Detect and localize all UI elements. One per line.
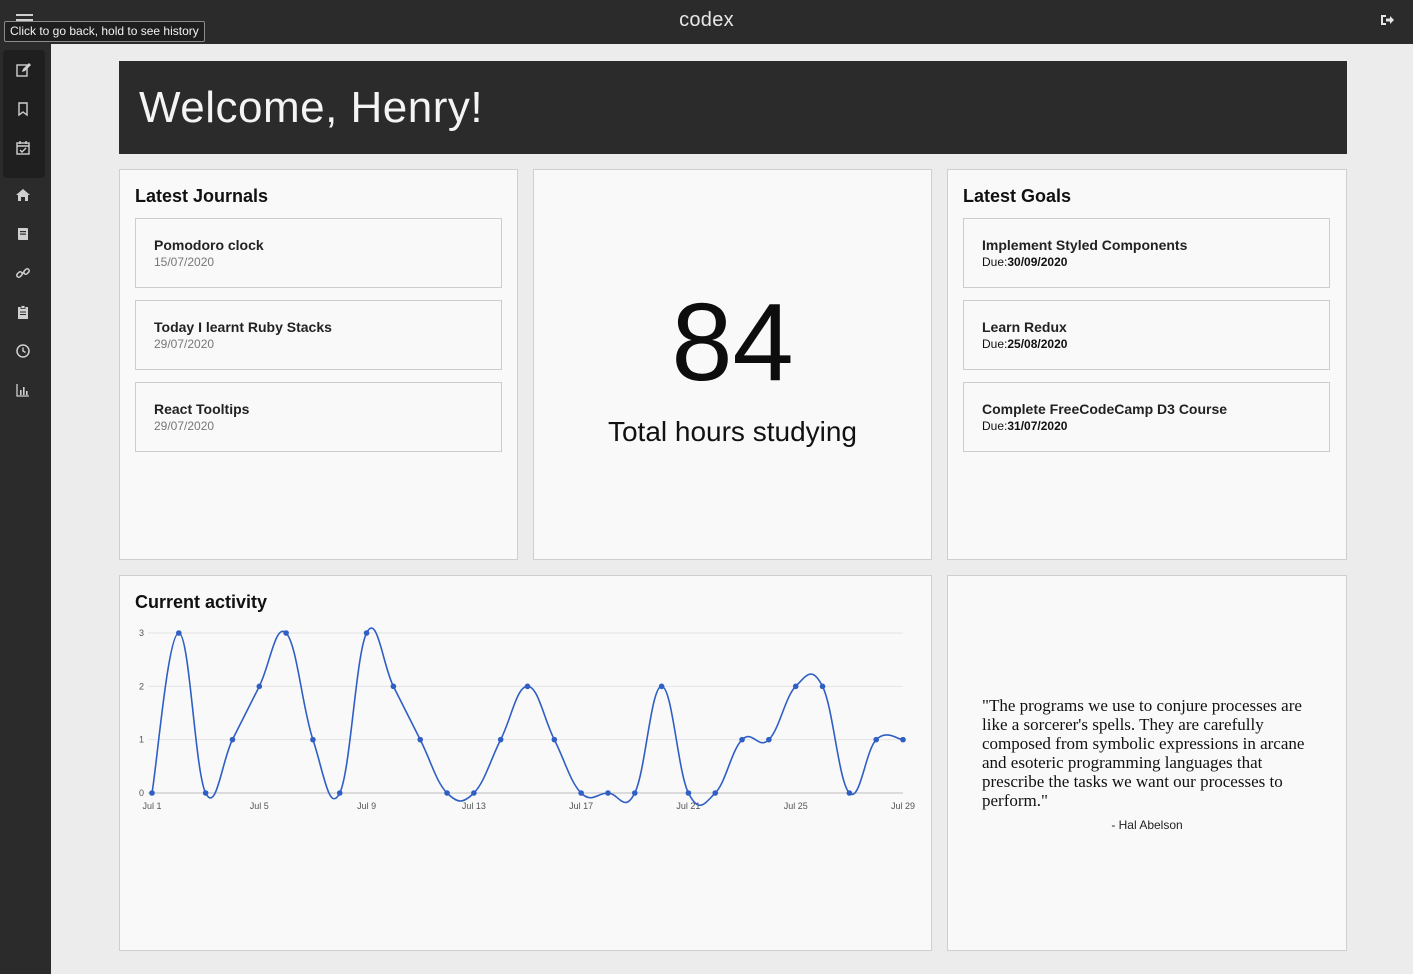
data-point[interactable] <box>417 736 424 743</box>
top-bar: codex <box>0 0 1413 44</box>
y-tick-label: 3 <box>139 628 144 638</box>
sidebar <box>0 44 51 974</box>
data-point[interactable] <box>846 790 853 796</box>
due-date: 31/07/2020 <box>1007 419 1068 433</box>
x-tick-label: Jul 13 <box>462 801 486 811</box>
data-point[interactable] <box>202 790 209 796</box>
data-point[interactable] <box>471 790 477 796</box>
journals-card: Latest Journals Pomodoro clock 15/07/202… <box>119 169 518 560</box>
x-tick-label: Jul 29 <box>891 801 915 811</box>
welcome-banner: Welcome, Henry! <box>119 61 1347 154</box>
link-icon[interactable] <box>15 265 31 281</box>
data-point[interactable] <box>310 736 316 743</box>
calendar-check-icon[interactable] <box>15 140 31 156</box>
x-tick-label: Jul 17 <box>569 801 593 811</box>
quote-author: - Hal Abelson <box>1111 818 1183 832</box>
logout-icon[interactable] <box>1379 12 1395 28</box>
data-point[interactable] <box>256 683 263 690</box>
data-point[interactable] <box>524 683 531 690</box>
journal-date: 29/07/2020 <box>154 337 215 351</box>
book-icon[interactable] <box>15 226 31 242</box>
journal-title: Pomodoro clock <box>154 237 264 253</box>
journal-date: 29/07/2020 <box>154 419 215 433</box>
journal-date: 15/07/2020 <box>154 255 215 269</box>
journal-title: Today I learnt Ruby Stacks <box>154 319 332 335</box>
goals-title: Latest Goals <box>963 186 1072 206</box>
goal-title: Implement Styled Components <box>982 237 1188 253</box>
journal-item[interactable]: Today I learnt Ruby Stacks 29/07/2020 <box>135 300 502 370</box>
goal-item[interactable]: Complete FreeCodeCamp D3 Course Due:31/0… <box>963 382 1330 452</box>
total-hours-value: 84 <box>671 281 794 404</box>
goal-due: Due:31/07/2020 <box>982 419 1067 433</box>
goal-item[interactable]: Implement Styled Components Due:30/09/20… <box>963 218 1330 288</box>
data-point[interactable] <box>444 790 450 796</box>
app-brand[interactable]: codex <box>0 9 1413 32</box>
data-point[interactable] <box>658 683 665 690</box>
data-point[interactable] <box>229 736 236 743</box>
goal-title: Learn Redux <box>982 319 1067 335</box>
clipboard-icon[interactable] <box>15 304 31 320</box>
due-prefix: Due: <box>982 337 1008 351</box>
goal-title: Complete FreeCodeCamp D3 Course <box>982 401 1228 417</box>
data-point[interactable] <box>336 790 343 796</box>
data-point[interactable] <box>149 790 155 796</box>
data-point[interactable] <box>390 683 397 690</box>
data-point[interactable] <box>283 630 289 636</box>
data-point[interactable] <box>363 630 370 636</box>
total-hours-label: Total hours studying <box>607 416 858 447</box>
data-point[interactable] <box>497 736 504 743</box>
data-point[interactable] <box>766 736 772 743</box>
data-point[interactable] <box>819 683 826 690</box>
due-prefix: Due: <box>982 419 1008 433</box>
data-point[interactable] <box>605 790 611 796</box>
due-date: 25/08/2020 <box>1007 337 1068 351</box>
journal-title: React Tooltips <box>154 401 250 417</box>
y-tick-label: 1 <box>139 735 144 745</box>
edit-icon[interactable] <box>15 62 31 78</box>
data-point[interactable] <box>739 736 745 743</box>
x-tick-label: Jul 21 <box>676 801 700 811</box>
data-point[interactable] <box>176 630 182 636</box>
journal-item[interactable]: Pomodoro clock 15/07/2020 <box>135 218 502 288</box>
x-tick-label: Jul 9 <box>357 801 376 811</box>
goals-card: Latest Goals Implement Styled Components… <box>947 169 1347 560</box>
y-tick-label: 2 <box>139 681 144 691</box>
activity-card: Current activity 0 1 2 3 Jul 1 Jul 5 Jul 9 Jul … <box>119 575 932 951</box>
activity-line <box>151 627 904 806</box>
x-tick-label: Jul 5 <box>250 801 269 811</box>
due-prefix: Due: <box>982 255 1008 269</box>
quote-card: "The programs we use to conjure processe… <box>947 575 1347 951</box>
welcome-heading: Welcome, Henry! <box>139 83 484 132</box>
data-point[interactable] <box>551 736 558 743</box>
journals-title: Latest Journals <box>135 186 269 206</box>
x-tick-label: Jul 1 <box>142 801 161 811</box>
data-point[interactable] <box>712 790 719 796</box>
x-tick-label: Jul 25 <box>784 801 808 811</box>
goal-due: Due:25/08/2020 <box>982 337 1067 351</box>
activity-chart: 0 1 2 3 Jul 1 Jul 5 Jul 9 Jul 13 Jul 17 Jul 21 Jul… <box>139 627 915 811</box>
back-tooltip: Click to go back, hold to see history <box>4 21 205 42</box>
data-point[interactable] <box>578 790 584 796</box>
y-tick-label: 0 <box>139 788 144 798</box>
due-date: 30/09/2020 <box>1007 255 1068 269</box>
hours-card: 84 Total hours studying <box>533 169 932 560</box>
home-icon[interactable] <box>15 187 31 203</box>
bar-chart-icon[interactable] <box>15 382 31 398</box>
goal-item[interactable]: Learn Redux Due:25/08/2020 <box>963 300 1330 370</box>
quote-text: "The programs we use to conjure processe… <box>982 696 1305 810</box>
data-point[interactable] <box>631 790 638 796</box>
data-point[interactable] <box>685 790 692 796</box>
goal-due: Due:30/09/2020 <box>982 255 1067 269</box>
bookmark-icon[interactable] <box>15 101 31 117</box>
clock-icon[interactable] <box>15 343 31 359</box>
data-point[interactable] <box>792 683 799 690</box>
data-point[interactable] <box>900 736 906 743</box>
journal-item[interactable]: React Tooltips 29/07/2020 <box>135 382 502 452</box>
data-point[interactable] <box>873 736 879 743</box>
